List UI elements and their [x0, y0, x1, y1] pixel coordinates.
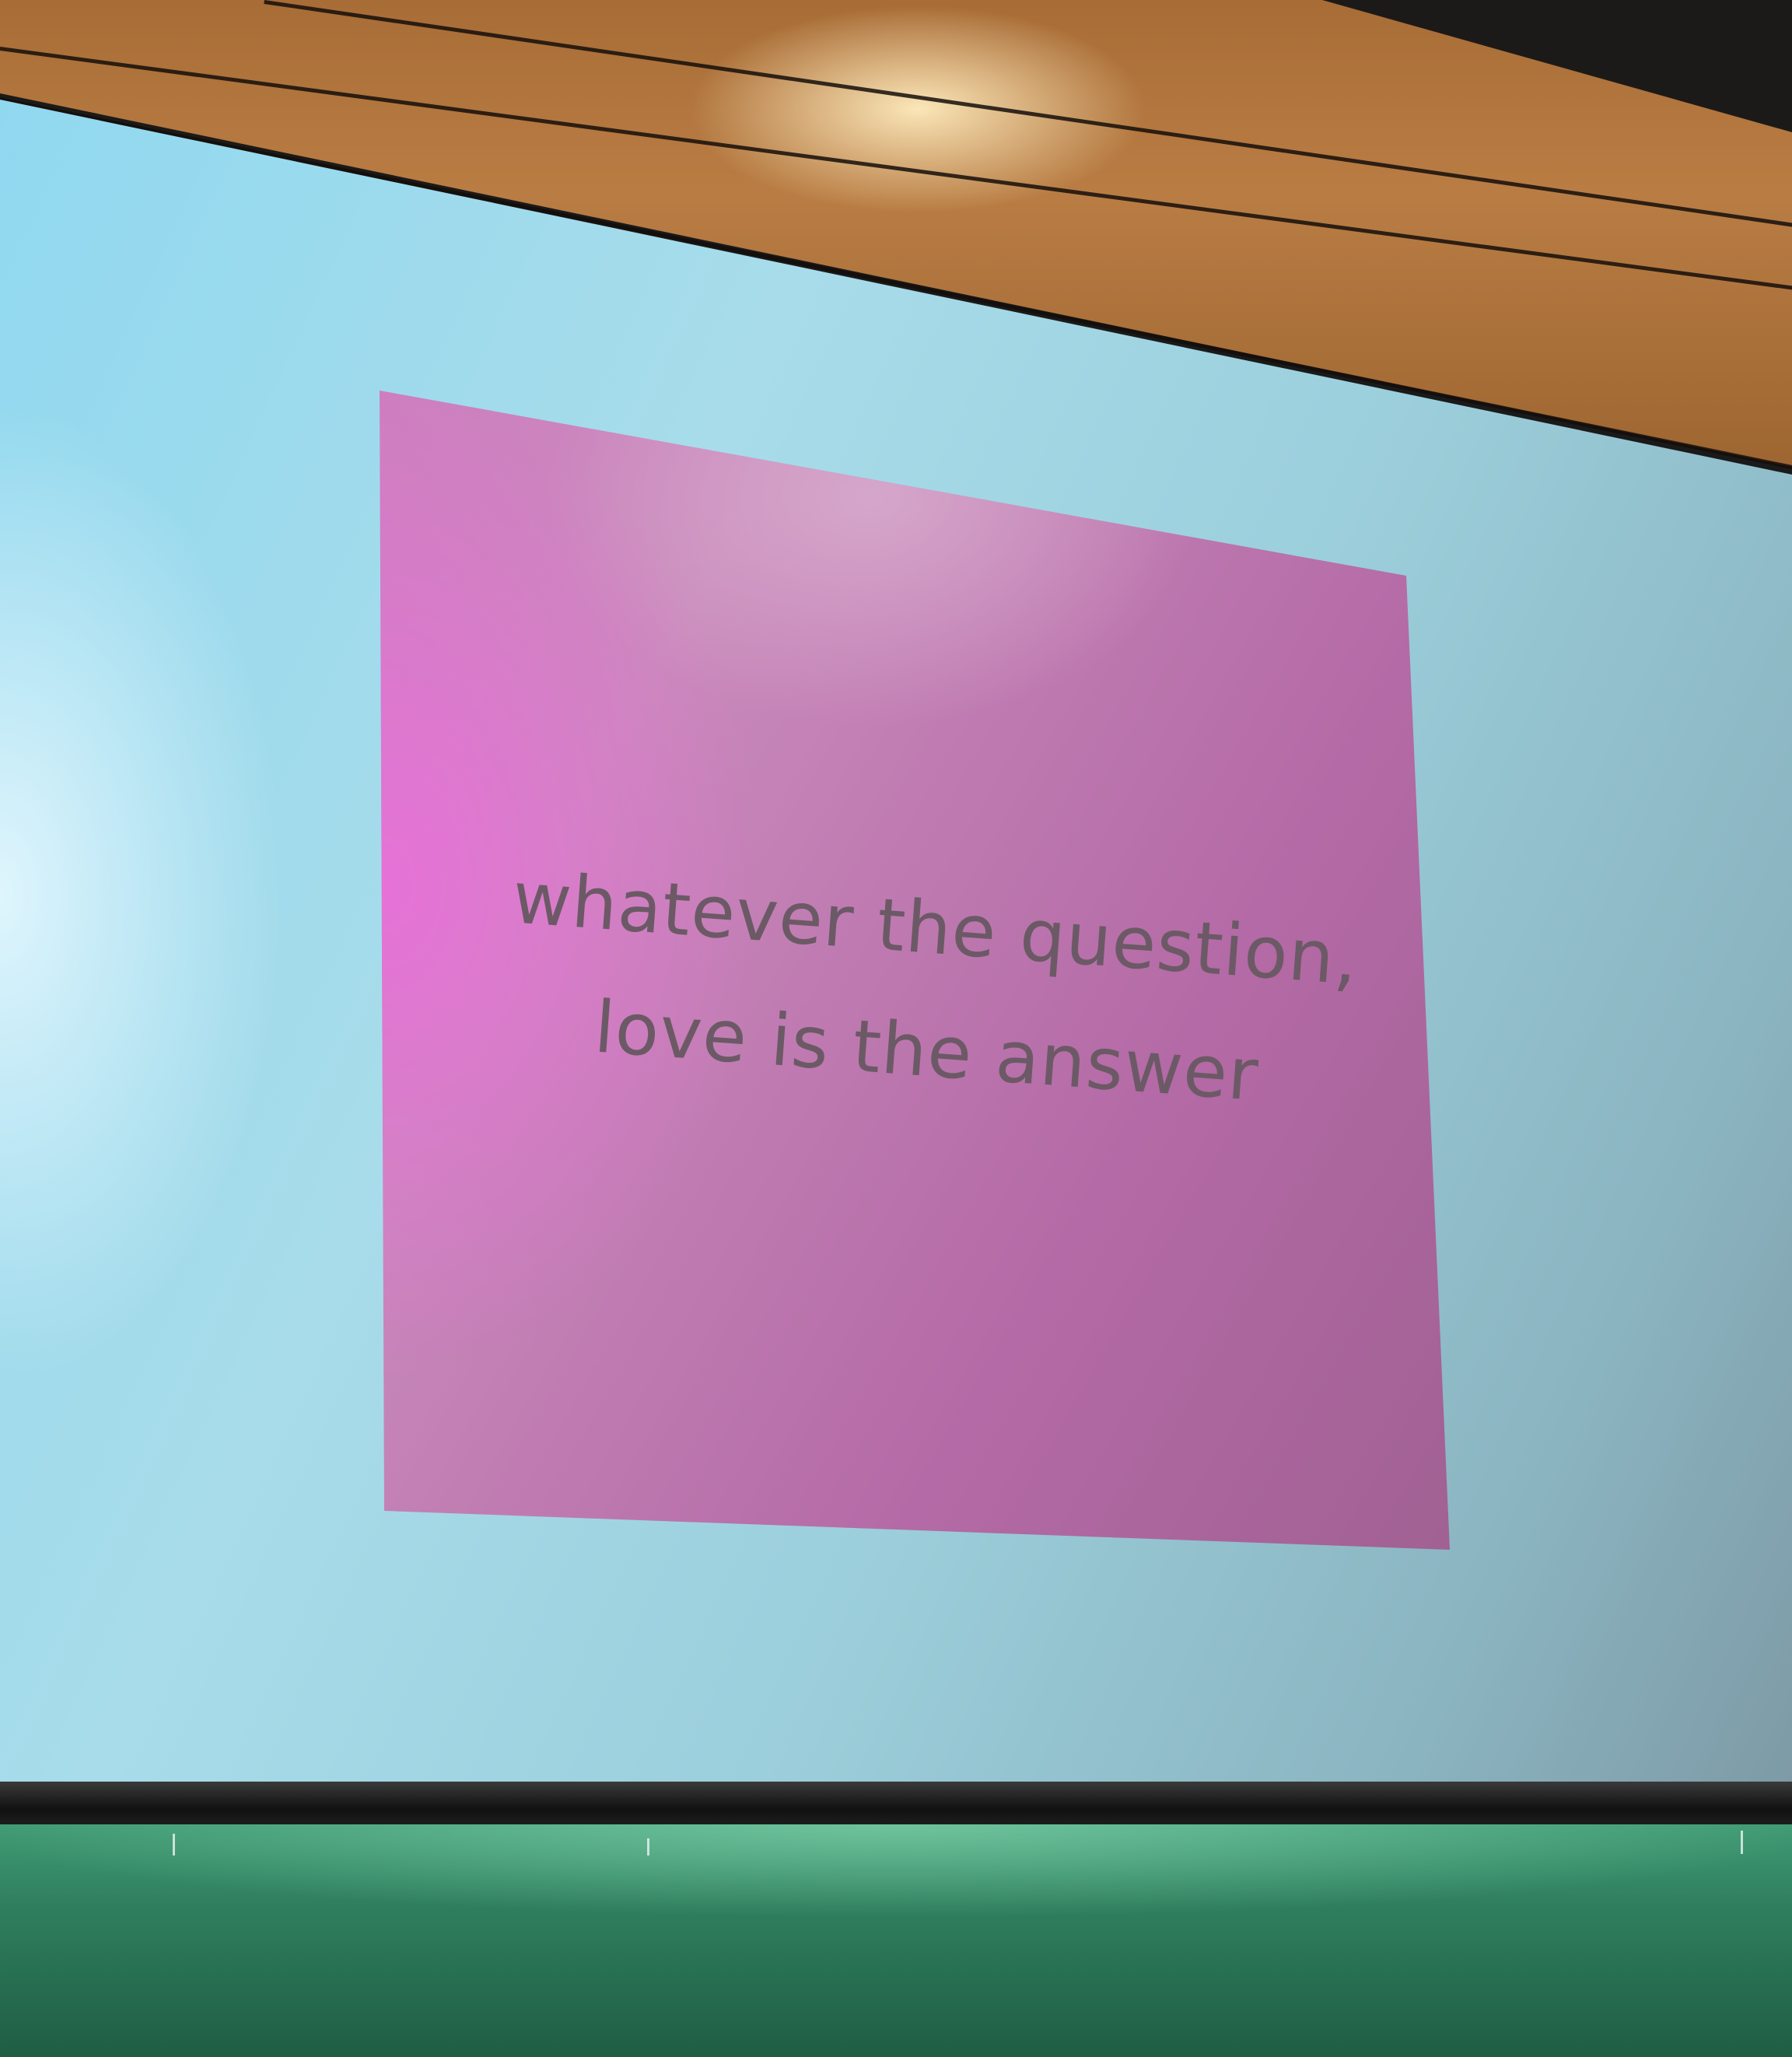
- slide-quote: whatever the question, love is the answe…: [495, 836, 1367, 1144]
- chalk-mark: [1741, 1831, 1743, 1854]
- chalk-mark: [173, 1834, 175, 1856]
- chalk-mark: [647, 1838, 649, 1856]
- chalkboard: [0, 1824, 1792, 2057]
- screen-frame: [0, 1782, 1792, 1828]
